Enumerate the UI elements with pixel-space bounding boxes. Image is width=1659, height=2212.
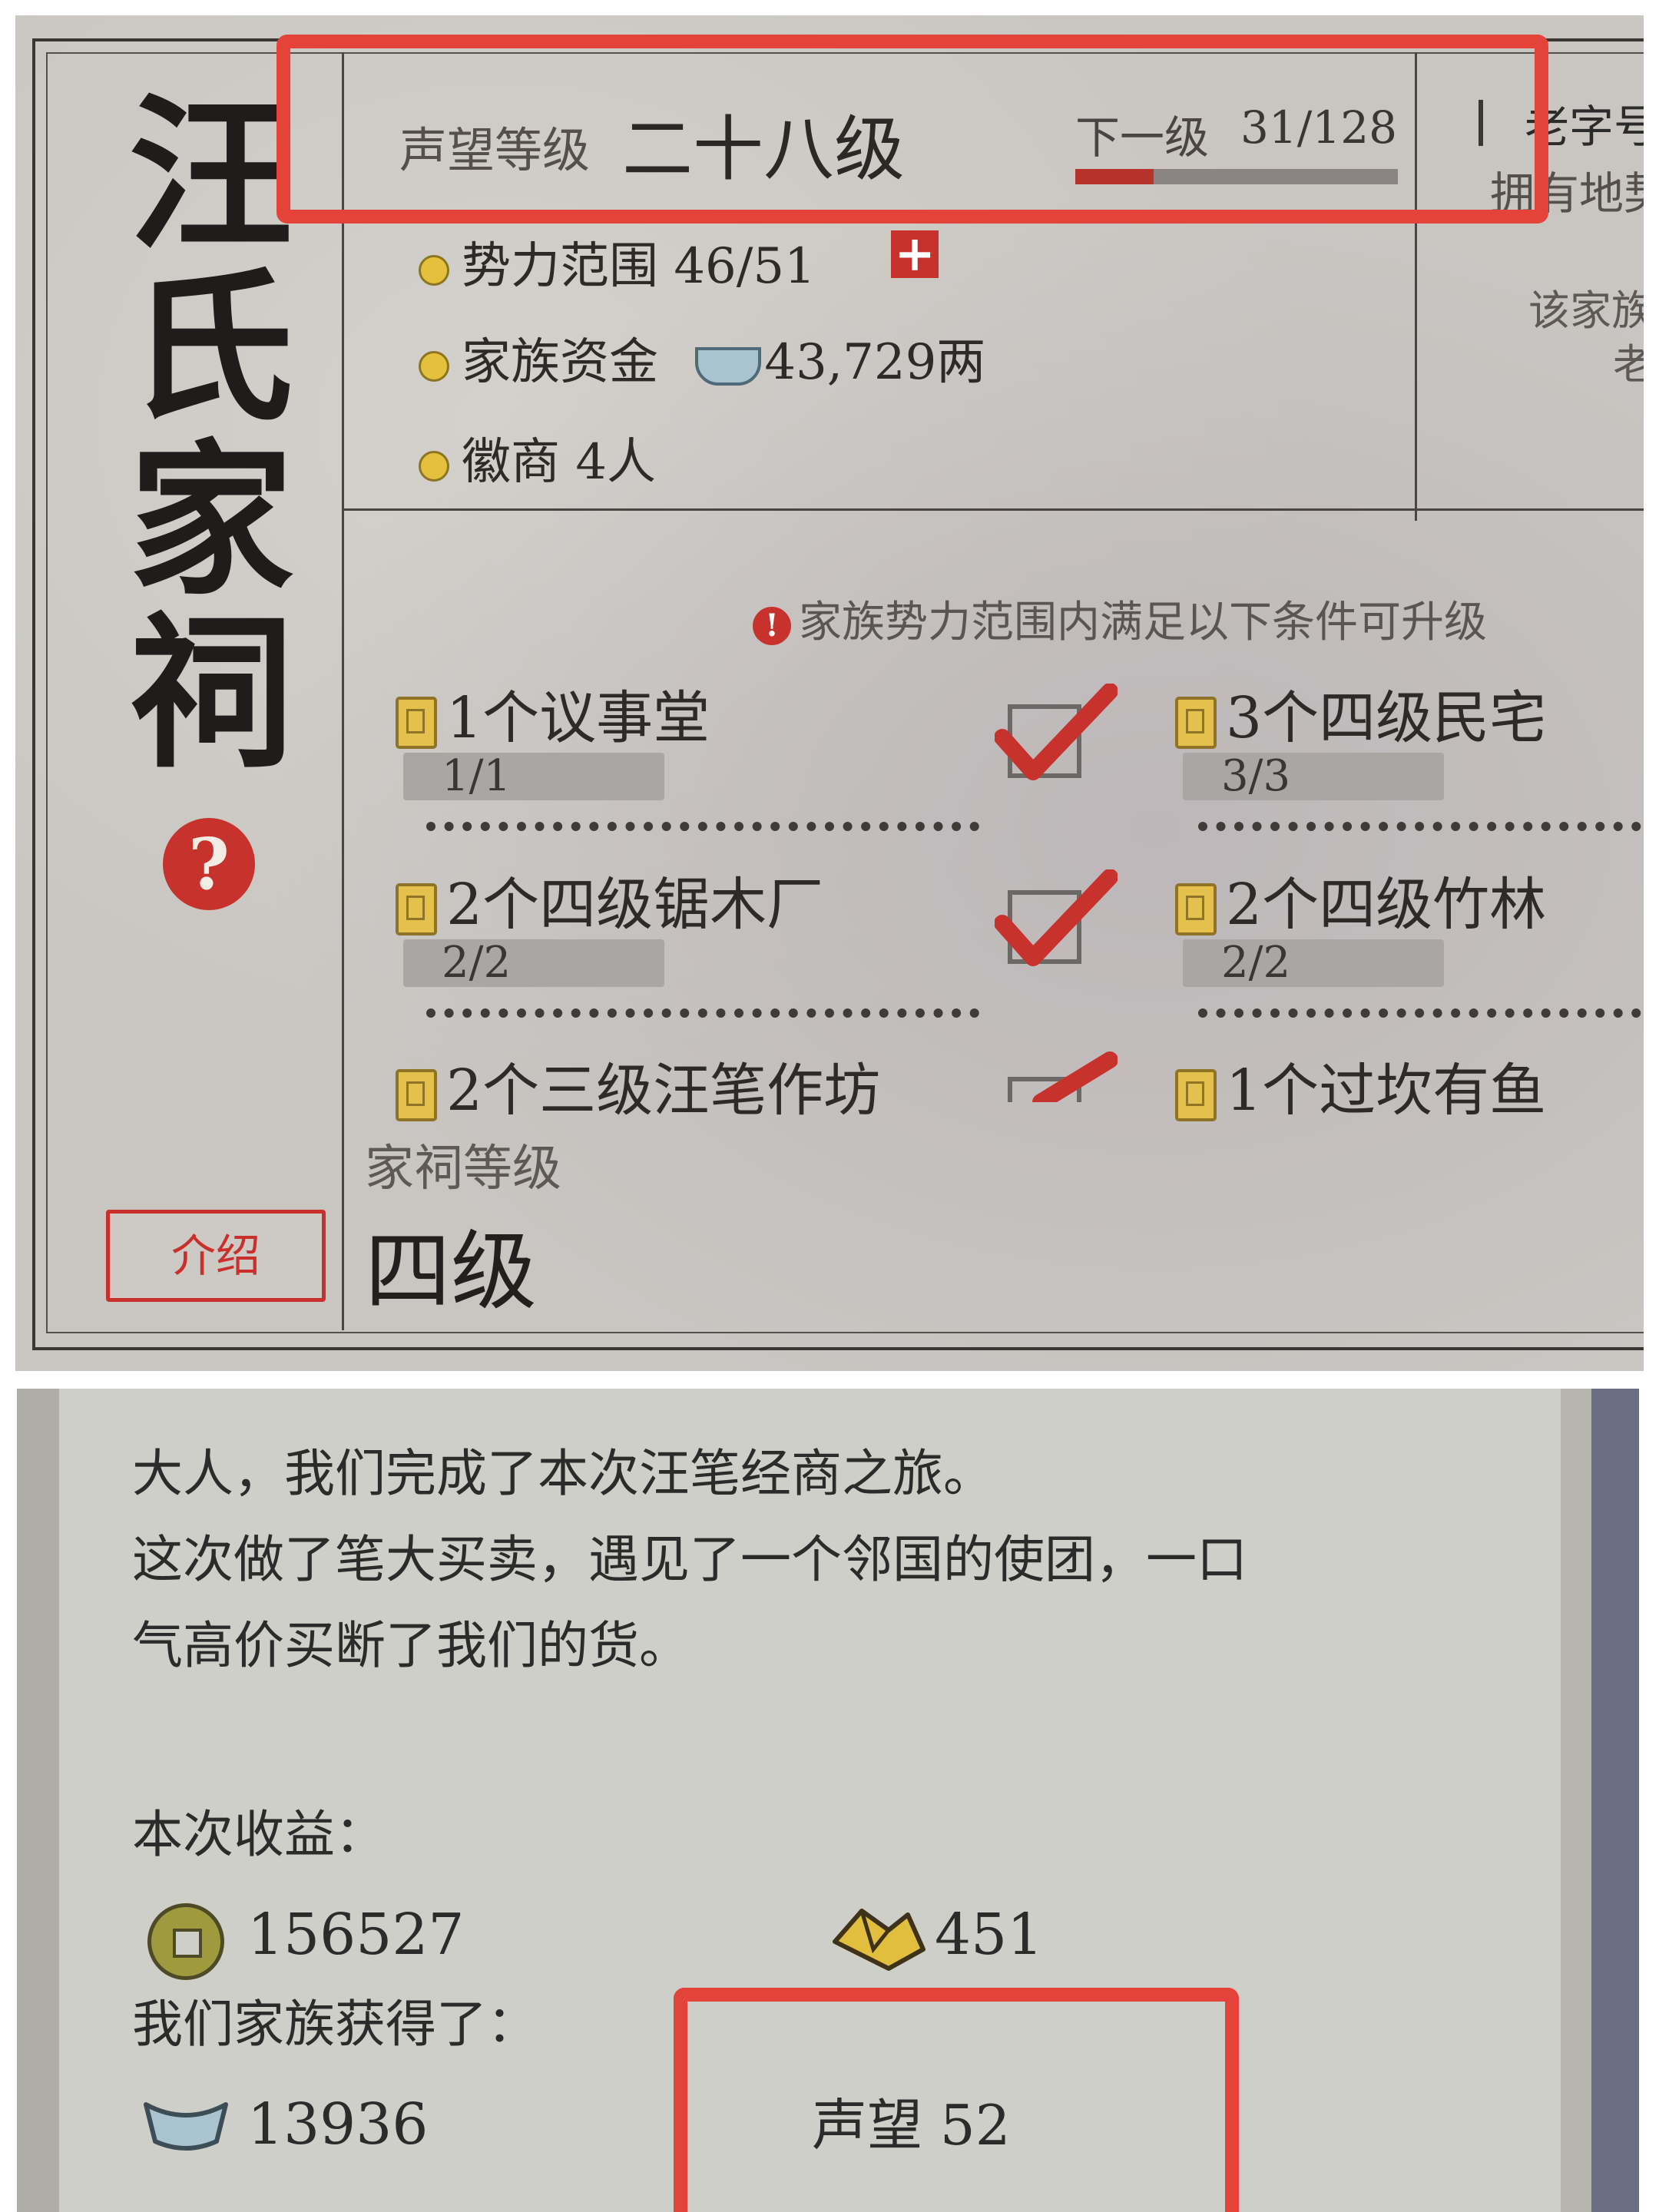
row-divider (342, 508, 1644, 511)
condition-right-3: 1个过坎有鱼 (1175, 1045, 1546, 1127)
shrine-level: 四级 (365, 1222, 537, 1322)
panel-edge (17, 1389, 59, 2212)
background-scene (1591, 1389, 1639, 2212)
checkmark-icon (995, 869, 1118, 966)
intro-button[interactable]: 介绍 (106, 1210, 326, 1302)
silver-ingot-icon (695, 346, 762, 386)
message-line-2: 这次做了笔大买卖，遇见了一个邻国的使团，一口 (132, 1530, 1247, 1589)
divider-dots (1198, 822, 1644, 831)
condition-progress: 3/3 (1183, 753, 1444, 800)
condition-right-2: 2个四级竹林 (1175, 859, 1546, 941)
silver-value: 13936 (247, 2091, 429, 2157)
alert-icon: ! (753, 606, 791, 645)
shrine-level-label: 家祠等级 (365, 1141, 561, 1197)
bullet-icon (419, 254, 449, 286)
book-icon (396, 1068, 437, 1121)
condition-progress: 2/2 (1183, 939, 1444, 987)
checkmark-icon (995, 684, 1118, 780)
family-gain-label: 我们家族获得了： (132, 1995, 538, 2054)
condition-left-3: 2个三级汪笔作坊 (396, 1045, 880, 1127)
copper-value: 156527 (247, 1902, 465, 1968)
condition-left-1: 1个议事堂 (396, 672, 710, 754)
gold-value: 451 (935, 1902, 1044, 1968)
book-icon (396, 696, 437, 749)
gold-ingot-icon (833, 1909, 926, 1971)
condition-progress: 1/1 (403, 753, 664, 800)
earnings-label: 本次收益： (132, 1805, 386, 1864)
panel-edge (1561, 1389, 1591, 2212)
copper-coin-icon (147, 1903, 224, 1980)
prestige-highlight (276, 35, 1548, 224)
book-icon (1175, 1068, 1217, 1121)
right-text-3: 该家族 (1528, 286, 1644, 335)
condition-progress: 2/2 (403, 939, 664, 987)
upgrade-notice: ! 家族势力范围内满足以下条件可升级 (753, 588, 1487, 650)
condition-right-1: 3个四级民宅 (1175, 672, 1546, 754)
column-divider (342, 52, 344, 1330)
condition-left-2: 2个四级锯木厂 (396, 859, 823, 941)
message-line-1: 大人，我们完成了本次汪笔经商之旅。 (132, 1444, 994, 1503)
add-territory-button[interactable]: + (891, 230, 939, 279)
stat-merchants: 徽商 4人 (419, 422, 656, 493)
question-icon[interactable]: ? (163, 818, 255, 910)
book-icon (1175, 696, 1217, 749)
shrine-panel: 汪氏家祠 ? 介绍 声望等级 二十八级 下一级 31/128 老字号 拥有地契 … (15, 15, 1644, 1371)
prestige-gain: 声望 52 (812, 2093, 1011, 2157)
checkmark-icon (1008, 1051, 1118, 1102)
right-text-4: 老 (1613, 340, 1644, 389)
divider-dots (426, 822, 979, 831)
trade-report-panel: 大人，我们完成了本次汪笔经商之旅。 这次做了笔大买卖，遇见了一个邻国的使团，一口… (17, 1389, 1639, 2212)
message-line-3: 气高价买断了我们的货。 (132, 1616, 690, 1675)
bullet-icon (419, 450, 449, 482)
stat-territory: 势力范围 46/51 (419, 227, 816, 297)
book-icon (1175, 882, 1217, 935)
silver-ingot-icon (144, 2102, 228, 2151)
book-icon (396, 882, 437, 935)
divider-dots (1198, 1008, 1644, 1018)
divider-dots (426, 1008, 979, 1018)
bullet-icon (419, 350, 449, 382)
stat-funds: 家族资金 43,729两 (419, 323, 985, 393)
